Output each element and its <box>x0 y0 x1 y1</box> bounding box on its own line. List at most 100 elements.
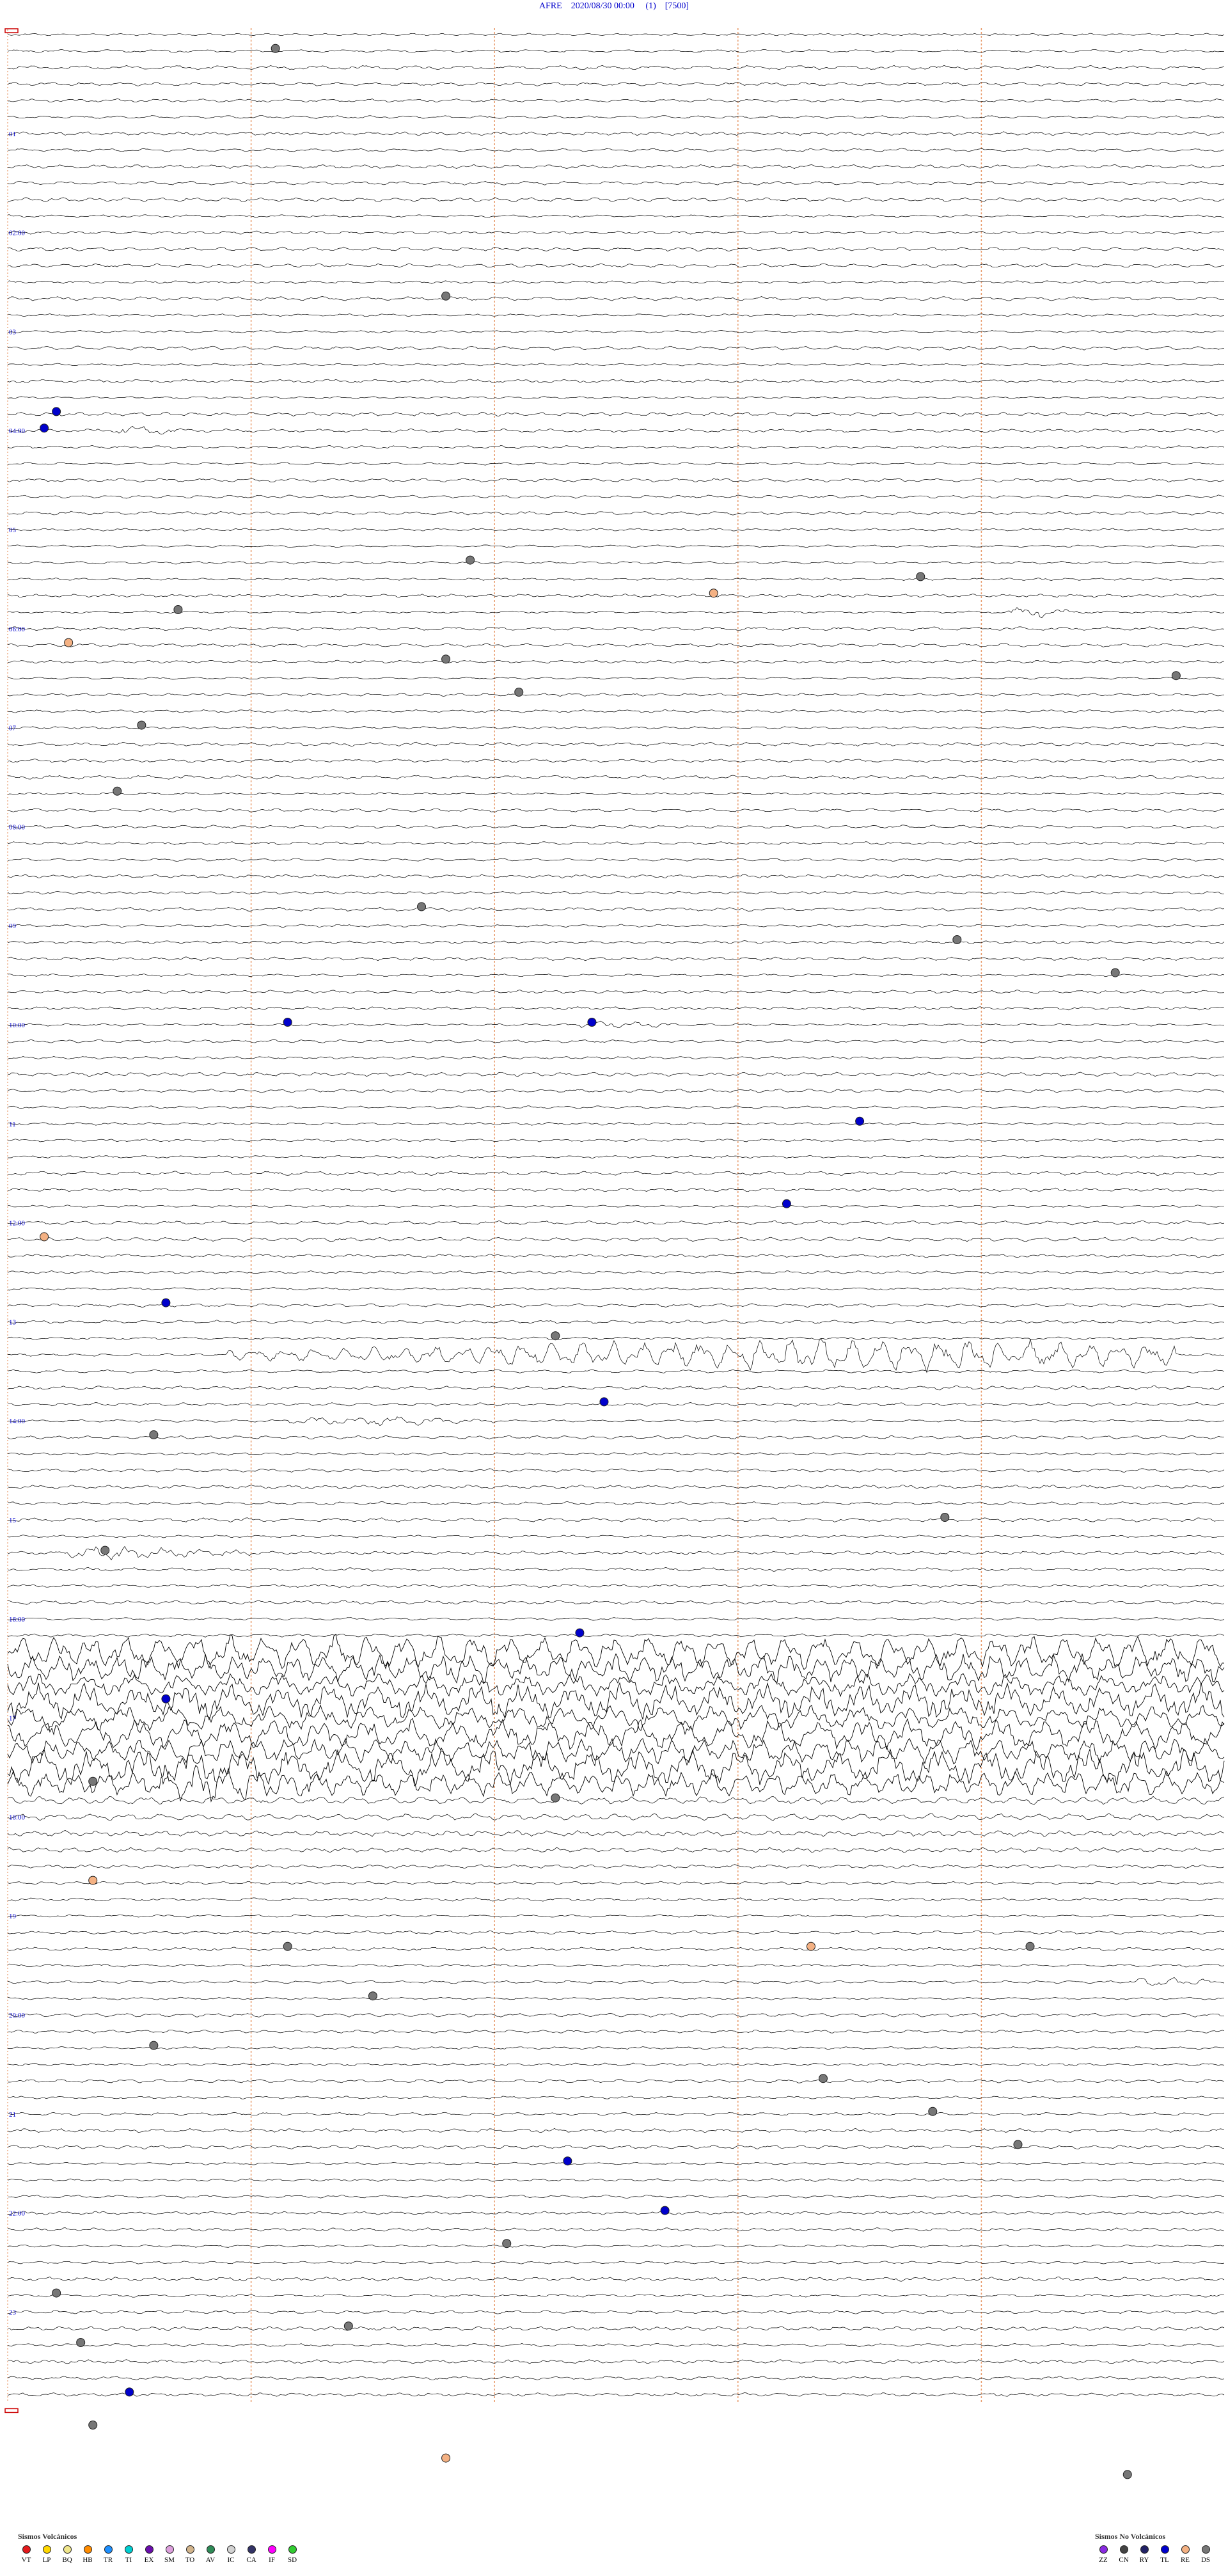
legend-nonvolcanic-dot <box>1181 2545 1190 2554</box>
trace-row <box>7 2227 1225 2232</box>
legend-volcanic-code: CA <box>246 2556 256 2564</box>
event-marker-ds[interactable] <box>52 2288 61 2298</box>
event-marker-tl[interactable] <box>283 1018 292 1027</box>
legend-volcanic-dot <box>42 2545 51 2554</box>
trace-row <box>8 2046 1225 2050</box>
event-marker-ds[interactable] <box>283 1941 292 1951</box>
event-marker-ds[interactable] <box>1013 2140 1023 2149</box>
event-marker-ds[interactable] <box>1025 1941 1035 1951</box>
event-marker-tl[interactable] <box>52 407 61 416</box>
trace-row <box>7 841 1225 846</box>
event-marker-tl[interactable] <box>660 2206 670 2215</box>
event-marker-ds[interactable] <box>551 1793 560 1803</box>
trace-row <box>7 2244 1225 2248</box>
legend-volcanic-item-av: AV <box>202 2545 219 2564</box>
hour-label: 09 <box>9 922 17 930</box>
trace-row <box>7 329 1225 333</box>
trace-row <box>7 1122 1225 1126</box>
trace-row <box>7 510 1225 516</box>
event-marker-ds[interactable] <box>88 1776 98 1786</box>
event-marker-ds[interactable] <box>1110 968 1120 977</box>
event-marker-ds[interactable] <box>952 935 962 944</box>
trace-row <box>7 1187 1225 1192</box>
event-marker-ds[interactable] <box>100 1545 110 1555</box>
hour-label: 07 <box>9 725 17 732</box>
trace-row <box>7 1416 1225 1426</box>
event-marker-ds[interactable] <box>271 43 280 53</box>
trace-row <box>7 1747 1225 1787</box>
trace-row <box>7 1220 1225 1226</box>
event-marker-ds[interactable] <box>76 2338 86 2347</box>
event-marker-re[interactable] <box>88 1876 98 1885</box>
event-marker-tl[interactable] <box>599 1397 609 1407</box>
event-marker-ds[interactable] <box>149 1430 159 1439</box>
legend-volcanic-item-ca: CA <box>243 2545 260 2564</box>
event-marker-re[interactable] <box>806 1941 815 1951</box>
event-marker-ds[interactable] <box>466 555 475 565</box>
event-marker-tl[interactable] <box>782 1199 791 1208</box>
legend-volcanic-code: TO <box>185 2556 195 2564</box>
legend-volcanic-dot <box>145 2545 154 2554</box>
event-marker-ds[interactable] <box>113 786 122 796</box>
event-marker-tl[interactable] <box>575 1628 585 1638</box>
trace-row <box>7 2310 1225 2314</box>
trace-row <box>7 379 1225 384</box>
event-marker-ds[interactable] <box>940 1513 950 1522</box>
legend-volcanic-item-bq: BQ <box>59 2545 75 2564</box>
legend-volcanic-dot <box>124 2545 133 2554</box>
legend-volcanic-dot <box>288 2545 297 2554</box>
event-marker-ds[interactable] <box>1171 671 1181 681</box>
legend-nonvolcanic-dot <box>1119 2545 1128 2554</box>
legend-volcanic-item-ex: EX <box>141 2545 157 2564</box>
trace-row <box>8 1155 1225 1158</box>
event-marker-ds[interactable] <box>441 291 451 301</box>
event-marker-ds[interactable] <box>368 1991 377 2001</box>
trace-row <box>7 1270 1225 1274</box>
legend-volcanic-item-ic: IC <box>223 2545 239 2564</box>
event-marker-tl[interactable] <box>563 2156 572 2166</box>
event-marker-re[interactable] <box>709 589 718 598</box>
event-marker-tl[interactable] <box>161 1694 171 1703</box>
event-marker-tl[interactable] <box>40 423 49 433</box>
legend-volcanic-items: VT LP BQ HB TR TI EX SM TO AV IC CA IF SD <box>18 2545 301 2564</box>
event-marker-tl[interactable] <box>587 1018 597 1027</box>
event-marker-ds[interactable] <box>514 688 524 697</box>
event-marker-ds[interactable] <box>1122 2470 1132 2479</box>
event-marker-ds[interactable] <box>441 654 451 664</box>
legend-volcanic-dot <box>165 2545 174 2554</box>
hour-label: 18:00 <box>9 1813 26 1821</box>
trace-row <box>7 164 1225 170</box>
event-marker-re[interactable] <box>64 638 74 647</box>
trace-row <box>7 890 1225 895</box>
event-marker-ds[interactable] <box>173 605 183 614</box>
end-frame-marker <box>4 2408 19 2414</box>
trace-row <box>7 1864 1225 1869</box>
event-marker-ds[interactable] <box>343 2321 353 2331</box>
trace-row <box>7 230 1225 235</box>
trace-row <box>7 544 1225 548</box>
event-marker-re[interactable] <box>40 1232 49 1242</box>
event-marker-ds[interactable] <box>551 1331 560 1341</box>
legend-volcanic-title: Sismos Volcánicos <box>18 2532 77 2541</box>
event-marker-ds[interactable] <box>417 902 427 912</box>
event-marker-ds[interactable] <box>137 720 146 730</box>
trace-row <box>7 792 1225 796</box>
trace-row <box>7 2112 1225 2116</box>
hour-label: 06:00 <box>9 626 26 633</box>
trace-row <box>7 131 1225 136</box>
trace-row <box>7 2161 1225 2165</box>
trace-row <box>7 2078 1225 2083</box>
event-marker-ds[interactable] <box>916 572 925 581</box>
trace-row <box>7 560 1225 565</box>
trace-row <box>7 82 1225 86</box>
event-marker-tl[interactable] <box>161 1298 171 1308</box>
event-marker-ds[interactable] <box>502 2239 512 2248</box>
event-marker-tl[interactable] <box>855 1116 865 1126</box>
legend-volcanic-code: LP <box>42 2556 51 2564</box>
event-marker-ds[interactable] <box>819 2074 828 2083</box>
event-marker-re[interactable] <box>441 2453 451 2463</box>
event-marker-ds[interactable] <box>88 2421 98 2430</box>
event-marker-ds[interactable] <box>928 2106 938 2116</box>
event-marker-ds[interactable] <box>149 2041 159 2050</box>
event-marker-tl[interactable] <box>125 2387 134 2397</box>
